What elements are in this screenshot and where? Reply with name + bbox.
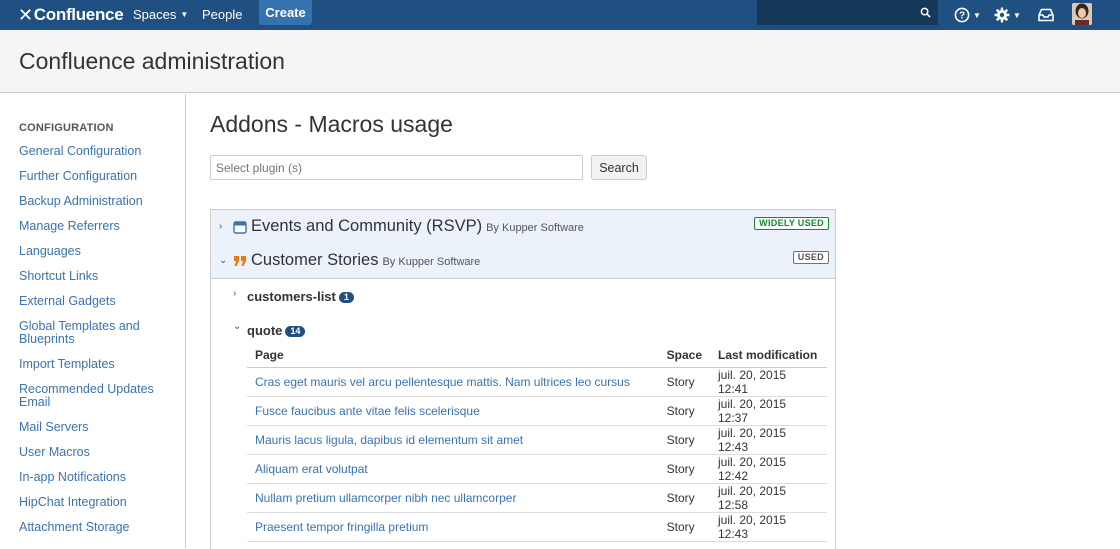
calendar-icon <box>233 221 247 234</box>
modified-cell: juil. 20, 2015 12:41 <box>710 367 827 397</box>
space-cell: Story <box>658 454 710 484</box>
count-badge: 14 <box>285 326 306 337</box>
sidebar-item[interactable]: External Gadgets <box>19 295 179 308</box>
sidebar-item[interactable]: Languages <box>19 245 179 258</box>
plugin-list: › Events and Community (RSVP) By Kupper S… <box>210 209 836 549</box>
logo-text: Confluence <box>33 5 124 24</box>
search-input[interactable] <box>757 0 938 25</box>
chevron-right-icon[interactable]: › <box>233 288 236 299</box>
space-cell: Story <box>658 425 710 455</box>
page-link[interactable]: Cras eget mauris vel arcu pellentesque m… <box>247 367 659 397</box>
help-menu[interactable]: ? ▼ <box>954 5 981 25</box>
page-link[interactable]: Fusce faucibus ante vitae felis sceleris… <box>247 396 659 426</box>
plugin-name[interactable]: Customer Stories By Kupper Software <box>251 251 480 270</box>
plugin-select-input[interactable] <box>210 155 583 180</box>
chevron-down-icon: ▼ <box>1013 10 1021 20</box>
modified-cell: juil. 20, 2015 12:43 <box>710 425 827 455</box>
plugin-vendor: By Kupper Software <box>382 256 481 268</box>
table-row: Mauris lacus ligula, dapibus id elementu… <box>247 425 827 455</box>
sidebar-item[interactable]: Attachment Storage <box>19 521 179 534</box>
chevron-down-icon[interactable]: ⌄ <box>233 321 241 332</box>
quote-icon <box>234 256 246 266</box>
sidebar-item[interactable]: In-app Notifications <box>19 471 179 484</box>
page-link[interactable]: Nullam pretium ullamcorper nibh nec ulla… <box>247 483 659 513</box>
search-icon[interactable] <box>920 7 931 18</box>
sidebar-item[interactable]: Global Templates and Blueprints <box>19 320 179 346</box>
user-avatar[interactable] <box>1072 3 1092 25</box>
count-badge: 1 <box>338 292 354 303</box>
sidebar-item[interactable]: Manage Referrers <box>19 220 179 233</box>
spaces-menu[interactable]: Spaces ▼ <box>133 0 188 30</box>
table-row: Fusce faucibus ante vitae felis sceleris… <box>247 396 827 426</box>
chevron-down-icon: ▼ <box>973 10 981 20</box>
page-title: Addons - Macros usage <box>210 111 453 137</box>
page-heading: Confluence administration <box>19 48 285 74</box>
plugin-row[interactable]: › Events and Community (RSVP) By Kupper S… <box>211 210 835 245</box>
modified-cell: juil. 20, 2015 12:37 <box>710 396 827 426</box>
spaces-label: Spaces <box>133 7 177 22</box>
chevron-down-icon[interactable]: ⌄ <box>219 255 227 266</box>
status-badge: WIDELY USED <box>754 217 829 230</box>
inbox-icon <box>1038 8 1054 22</box>
sidebar-item[interactable]: Recommended Updates Email <box>19 383 179 409</box>
macro-item[interactable]: quote 14 <box>247 323 306 338</box>
table-row: Aliquam erat volutpat Story juil. 20, 20… <box>247 454 827 484</box>
modified-cell: juil. 20, 2015 12:43 <box>710 512 827 542</box>
avatar-image <box>1072 3 1092 25</box>
chevron-right-icon[interactable]: › <box>219 221 222 232</box>
notifications-button[interactable] <box>1038 5 1054 25</box>
people-link[interactable]: People <box>202 0 242 30</box>
plugin-name-text: Customer Stories <box>251 251 379 269</box>
gear-icon <box>994 7 1010 23</box>
sidebar-nav: General Configuration Further Configurat… <box>19 145 179 546</box>
settings-menu[interactable]: ▼ <box>994 5 1021 25</box>
status-badge: USED <box>792 251 829 264</box>
space-cell: Story <box>658 367 710 397</box>
macro-name: quote <box>247 323 283 338</box>
top-navigation-bar: ✕ Confluence Spaces▼ People Create ? ▼ <box>0 0 1120 30</box>
table-row: Nullam pretium ullamcorper nibh nec ulla… <box>247 483 827 513</box>
space-cell: Story <box>658 483 710 513</box>
page-link[interactable]: Aliquam erat volutpat <box>247 454 659 484</box>
table-row: Cras eget mauris vel arcu pellentesque m… <box>247 367 827 397</box>
column-header-last-modification: Last modification <box>710 343 827 368</box>
sidebar-item[interactable]: HipChat Integration <box>19 496 179 509</box>
sidebar-item[interactable]: Shortcut Links <box>19 270 179 283</box>
admin-header: Confluence administration <box>0 30 1120 93</box>
global-search[interactable] <box>757 0 938 25</box>
confluence-logo[interactable]: ✕ Confluence <box>18 4 124 26</box>
space-cell: Story <box>658 512 710 542</box>
svg-text:?: ? <box>959 11 965 22</box>
plugin-row[interactable]: ⌄ Customer Stories By Kupper Software USE… <box>211 244 835 279</box>
confluence-x-icon: ✕ <box>18 4 33 25</box>
modified-cell: juil. 20, 2015 12:58 <box>710 483 827 513</box>
macro-item[interactable]: customers-list 1 <box>247 289 354 304</box>
page-link[interactable]: Praesent tempor fringilla pretium <box>247 512 659 542</box>
sidebar-item[interactable]: Backup Administration <box>19 195 179 208</box>
create-button[interactable]: Create <box>259 0 312 25</box>
plugin-name[interactable]: Events and Community (RSVP) By Kupper Sof… <box>251 217 584 236</box>
plugin-vendor: By Kupper Software <box>486 222 584 234</box>
plugin-name-text: Events and Community (RSVP) <box>251 217 483 235</box>
space-cell: Story <box>658 396 710 426</box>
modified-cell: juil. 20, 2015 12:42 <box>710 454 827 484</box>
admin-sidebar: CONFIGURATION General Configuration Furt… <box>0 94 186 548</box>
sidebar-item[interactable]: Mail Servers <box>19 421 179 434</box>
sidebar-item[interactable]: Import Templates <box>19 358 179 371</box>
chevron-down-icon: ▼ <box>180 10 189 19</box>
sidebar-item[interactable]: General Configuration <box>19 145 179 158</box>
sidebar-item[interactable]: Further Configuration <box>19 170 179 183</box>
help-icon: ? <box>954 7 970 23</box>
macro-usage-table: Page Space Last modification Cras eget m… <box>247 343 827 542</box>
page-link[interactable]: Mauris lacus ligula, dapibus id elementu… <box>247 425 659 455</box>
table-row: Praesent tempor fringilla pretium Story … <box>247 512 827 542</box>
macro-name: customers-list <box>247 289 336 304</box>
search-button[interactable]: Search <box>591 155 647 180</box>
column-header-space: Space <box>658 343 710 368</box>
sidebar-section-heading: CONFIGURATION <box>19 122 114 134</box>
table-header-row: Page Space Last modification <box>247 343 827 368</box>
column-header-page: Page <box>247 343 659 368</box>
sidebar-item[interactable]: User Macros <box>19 446 179 459</box>
